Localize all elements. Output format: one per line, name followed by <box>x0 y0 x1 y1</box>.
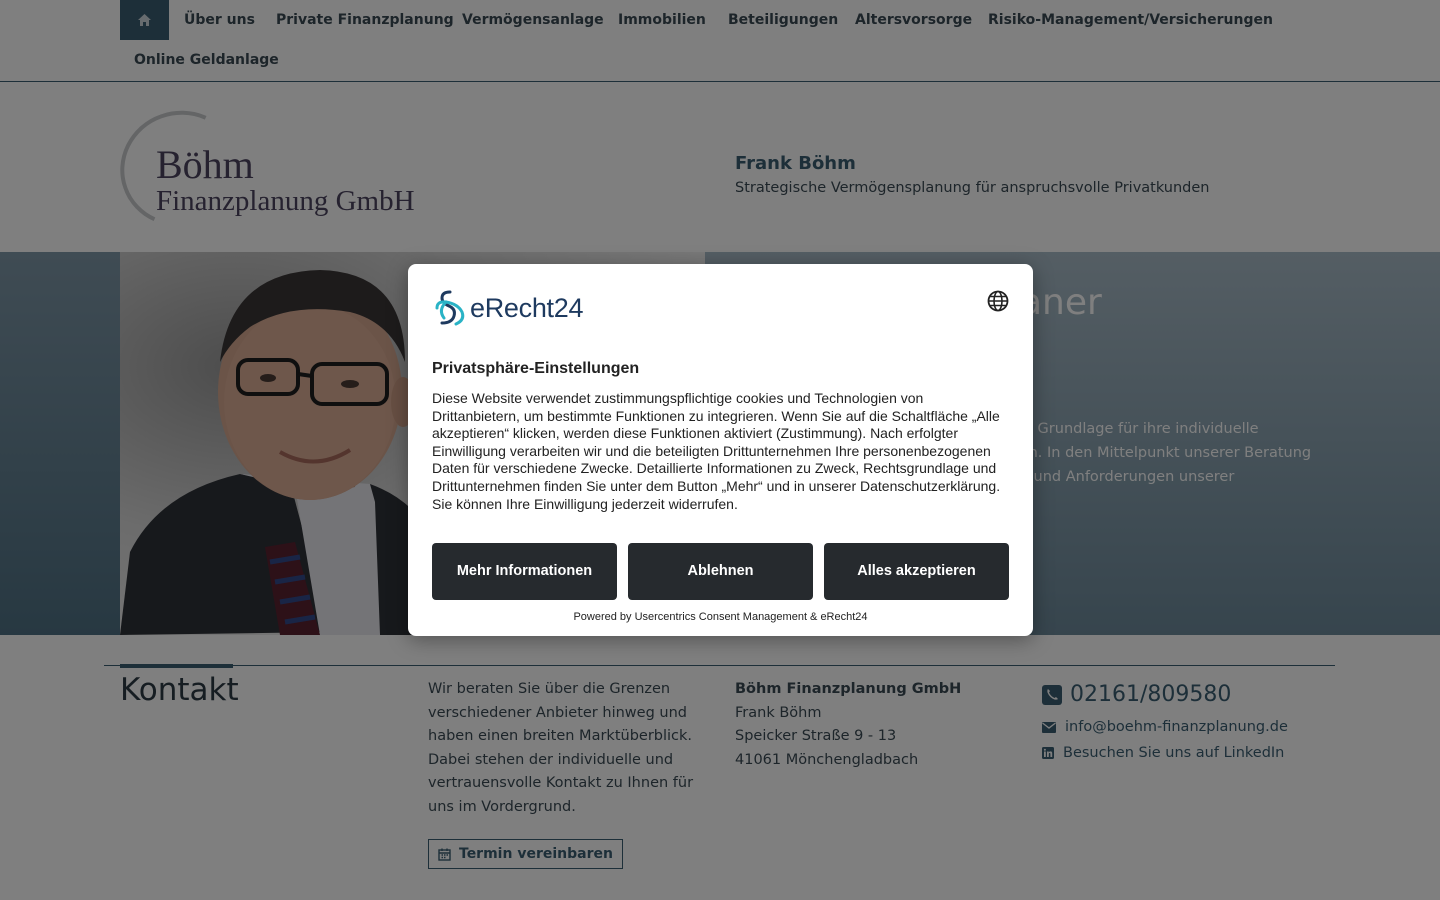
accept-all-button[interactable]: Alles akzeptieren <box>824 543 1009 600</box>
more-info-button[interactable]: Mehr Informationen <box>432 543 617 600</box>
erecht24-symbol-icon <box>435 290 465 326</box>
consent-title: Privatsphäre-Einstellungen <box>432 360 640 377</box>
erecht24-logo: eRecht24 <box>432 288 583 328</box>
consent-body-text: Diese Website verwendet zustimmungspflic… <box>432 390 1001 512</box>
language-globe-icon[interactable] <box>987 290 1009 312</box>
erecht24-wordmark: eRecht24 <box>470 292 584 323</box>
cookie-consent-dialog: eRecht24 Privatsphäre-Einstellungen Dies… <box>408 264 1033 636</box>
powered-by-text: Powered by Usercentrics Consent Manageme… <box>573 611 868 623</box>
deny-button[interactable]: Ablehnen <box>628 543 813 600</box>
